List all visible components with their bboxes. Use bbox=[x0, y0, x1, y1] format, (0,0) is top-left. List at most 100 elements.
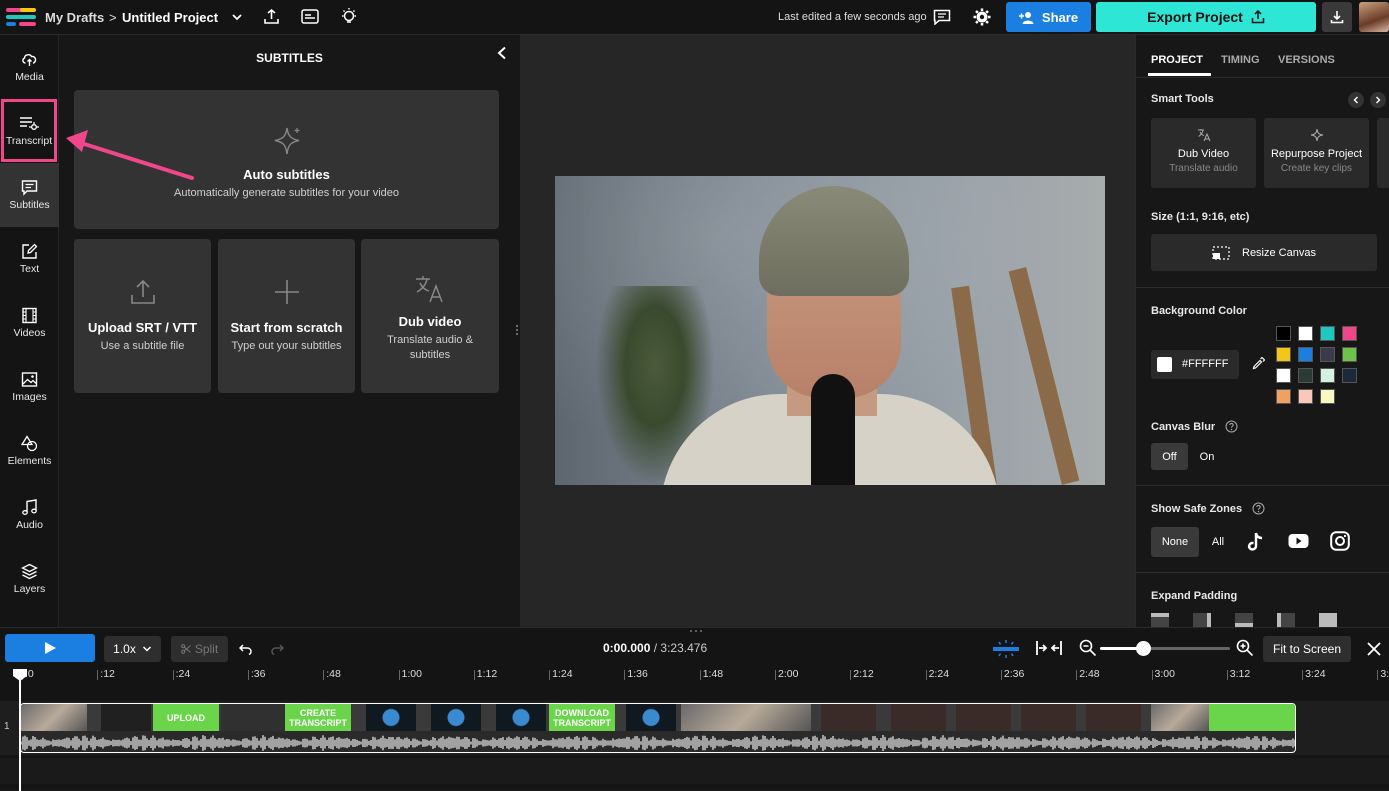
gear-icon[interactable] bbox=[973, 8, 991, 26]
sidebar-item-elements[interactable]: Elements bbox=[0, 419, 59, 483]
zoom-in-icon[interactable] bbox=[1236, 639, 1254, 657]
eyedropper-icon[interactable] bbox=[1252, 357, 1265, 370]
dub-video-tool[interactable]: Dub Video Translate audio bbox=[1151, 118, 1256, 188]
padding-bottom-button[interactable] bbox=[1235, 613, 1253, 627]
help-icon[interactable] bbox=[1225, 420, 1238, 433]
download-button[interactable] bbox=[1322, 2, 1352, 32]
zoom-out-icon[interactable] bbox=[1079, 639, 1097, 657]
padding-right-button[interactable] bbox=[1193, 613, 1211, 627]
smart-tools-prev-button[interactable] bbox=[1348, 92, 1364, 108]
color-swatch[interactable] bbox=[1320, 389, 1335, 404]
sidebar-item-subtitles[interactable]: Subtitles bbox=[0, 163, 59, 227]
more-tools-card[interactable] bbox=[1377, 118, 1389, 188]
resize-canvas-label: Resize Canvas bbox=[1242, 246, 1316, 259]
time-display: 0:00.000 / 3:23.476 bbox=[603, 641, 707, 655]
canvas-blur-off-button[interactable]: Off bbox=[1151, 443, 1188, 470]
repurpose-project-tool[interactable]: Repurpose Project Create key clips bbox=[1264, 118, 1369, 188]
instagram-icon[interactable] bbox=[1330, 531, 1350, 551]
clip-label-create-transcript: CREATE TRANSCRIPT bbox=[285, 704, 351, 731]
safe-zones-none-button[interactable]: None bbox=[1151, 527, 1199, 557]
video-canvas[interactable] bbox=[555, 176, 1105, 485]
canvas-blur-on-button[interactable]: On bbox=[1192, 443, 1222, 470]
color-swatch[interactable] bbox=[1342, 368, 1357, 383]
download-icon bbox=[1330, 11, 1344, 24]
upload-icon[interactable] bbox=[263, 8, 280, 25]
current-time: 0:00.000 bbox=[603, 641, 651, 655]
sidebar-item-layers[interactable]: Layers bbox=[0, 547, 59, 611]
upload-srt-desc: Use a subtitle file bbox=[100, 340, 185, 352]
split-button[interactable]: Split bbox=[171, 636, 228, 662]
color-swatch[interactable] bbox=[1320, 347, 1335, 362]
tiktok-icon[interactable] bbox=[1246, 531, 1266, 553]
color-swatch[interactable] bbox=[1298, 368, 1313, 383]
captions-icon[interactable] bbox=[301, 9, 319, 24]
sidebar-item-audio[interactable]: Audio bbox=[0, 483, 59, 547]
color-swatch[interactable] bbox=[1342, 326, 1357, 341]
redo-icon[interactable] bbox=[271, 644, 284, 655]
video-clip[interactable]: UPLOAD CREATE TRANSCRIPT DOWNLOAD TRANSC… bbox=[20, 703, 1296, 753]
background-color-field[interactable]: #FFFFFF bbox=[1151, 350, 1239, 379]
sidebar-item-images[interactable]: Images bbox=[0, 355, 59, 419]
sidebar-item-label: Subtitles bbox=[9, 199, 50, 211]
sidebar-item-label: Media bbox=[15, 71, 44, 83]
help-icon[interactable] bbox=[1252, 502, 1265, 515]
padding-all-button[interactable] bbox=[1319, 613, 1337, 627]
dub-video-tool-desc: Translate audio bbox=[1169, 163, 1238, 174]
left-nav: Media Transcript Subtitles Text Videos I… bbox=[0, 35, 59, 627]
sidebar-item-media[interactable]: Media bbox=[0, 35, 59, 99]
resize-canvas-button[interactable]: Resize Canvas bbox=[1151, 234, 1377, 271]
snap-icon[interactable] bbox=[992, 639, 1020, 659]
playhead-line[interactable] bbox=[19, 676, 21, 791]
dub-video-card[interactable]: Dub video Translate audio & subtitles bbox=[361, 239, 499, 393]
comment-icon[interactable] bbox=[933, 9, 951, 25]
sidebar-item-videos[interactable]: Videos bbox=[0, 291, 59, 355]
color-swatch[interactable] bbox=[1342, 347, 1357, 362]
color-swatch[interactable] bbox=[1298, 326, 1313, 341]
fit-timeline-icon[interactable] bbox=[1036, 640, 1062, 656]
ruler-tick-label: 1:48 bbox=[699, 668, 724, 680]
color-swatch[interactable] bbox=[1298, 389, 1313, 404]
close-icon[interactable] bbox=[1366, 641, 1382, 657]
color-swatch[interactable] bbox=[1276, 326, 1291, 341]
start-from-scratch-card[interactable]: Start from scratch Type out your subtitl… bbox=[218, 239, 355, 393]
plus-icon bbox=[274, 280, 299, 304]
youtube-icon[interactable] bbox=[1288, 533, 1309, 549]
playback-speed-select[interactable]: 1.0x bbox=[104, 636, 161, 662]
padding-left-button[interactable] bbox=[1277, 613, 1295, 627]
layers-icon bbox=[21, 563, 38, 580]
ruler-tick-label: :36 bbox=[247, 668, 266, 680]
sidebar-item-transcript[interactable]: Transcript bbox=[1, 99, 57, 162]
export-project-button[interactable]: Export Project bbox=[1096, 2, 1316, 32]
color-swatch[interactable] bbox=[1320, 368, 1335, 383]
color-swatch[interactable] bbox=[1276, 368, 1291, 383]
playhead-handle[interactable] bbox=[12, 668, 28, 682]
undo-icon[interactable] bbox=[239, 644, 252, 655]
color-swatch[interactable] bbox=[1276, 347, 1291, 362]
color-swatch[interactable] bbox=[1298, 347, 1313, 362]
lightbulb-icon[interactable] bbox=[340, 7, 358, 26]
chevron-down-icon[interactable] bbox=[231, 11, 243, 23]
safe-zones-all-button[interactable]: All bbox=[1204, 527, 1232, 557]
tab-project[interactable]: PROJECT bbox=[1151, 54, 1203, 66]
color-swatch[interactable] bbox=[1276, 389, 1291, 404]
color-swatch[interactable] bbox=[1320, 326, 1335, 341]
timeline-ruler[interactable]: :0:12:24:36:48 1:00 1:12 1:24 1:36 1:48 2:00 2:… bbox=[0, 668, 1389, 684]
smart-tools-next-button[interactable] bbox=[1370, 92, 1386, 108]
project-title[interactable]: Untitled Project bbox=[122, 10, 218, 25]
padding-top-button[interactable] bbox=[1151, 613, 1169, 627]
upload-srt-card[interactable]: Upload SRT / VTT Use a subtitle file bbox=[74, 239, 211, 393]
tab-timing[interactable]: TIMING bbox=[1221, 54, 1260, 66]
app-logo[interactable] bbox=[6, 8, 36, 28]
translate-icon bbox=[1197, 129, 1210, 142]
tab-versions[interactable]: VERSIONS bbox=[1278, 54, 1335, 66]
breadcrumb-root[interactable]: My Drafts bbox=[45, 10, 104, 25]
avatar[interactable] bbox=[1359, 2, 1389, 32]
ruler-tick-label: 2:24 bbox=[925, 668, 950, 680]
sidebar-item-text[interactable]: Text bbox=[0, 227, 59, 291]
share-button[interactable]: Share bbox=[1006, 2, 1091, 32]
zoom-slider-handle[interactable] bbox=[1135, 641, 1151, 656]
collapse-panel-icon[interactable] bbox=[496, 46, 508, 60]
fit-to-screen-button[interactable]: Fit to Screen bbox=[1263, 636, 1351, 662]
timeline-resize-handle[interactable] bbox=[689, 628, 703, 634]
play-button[interactable] bbox=[5, 634, 95, 662]
